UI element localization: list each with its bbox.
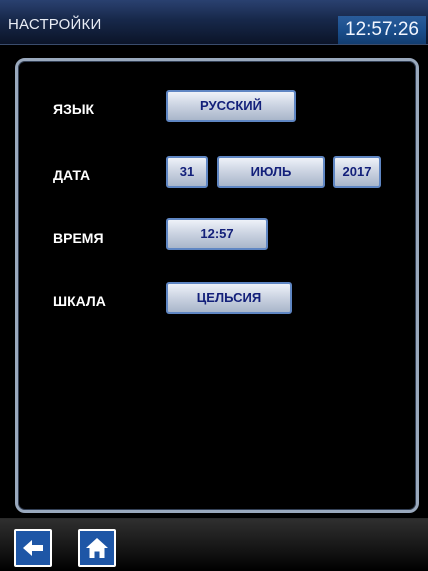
time-button[interactable]: 12:57 <box>166 218 268 250</box>
scale-button[interactable]: ЦЕЛЬСИЯ <box>166 282 292 314</box>
page-title: НАСТРОЙКИ <box>8 16 102 33</box>
home-icon <box>86 538 108 558</box>
time-label: ВРЕМЯ <box>53 230 104 246</box>
language-button[interactable]: РУССКИЙ <box>166 90 296 122</box>
date-label: ДАТА <box>53 167 91 183</box>
date-day-button[interactable]: 31 <box>166 156 208 188</box>
home-button[interactable] <box>78 529 116 567</box>
bottom-nav-bar <box>0 518 428 571</box>
date-month-button[interactable]: ИЮЛЬ <box>217 156 325 188</box>
language-label: ЯЗЫК <box>53 101 95 117</box>
arrow-left-icon <box>23 540 43 556</box>
date-year-button[interactable]: 2017 <box>333 156 381 188</box>
title-bar: НАСТРОЙКИ 12:57:26 <box>0 0 428 45</box>
scale-label: ШКАЛА <box>53 293 106 309</box>
back-button[interactable] <box>14 529 52 567</box>
clock-display: 12:57:26 <box>338 16 426 44</box>
settings-panel: ЯЗЫК РУССКИЙ ДАТА 31 ИЮЛЬ 2017 ВРЕМЯ 12:… <box>15 58 419 513</box>
